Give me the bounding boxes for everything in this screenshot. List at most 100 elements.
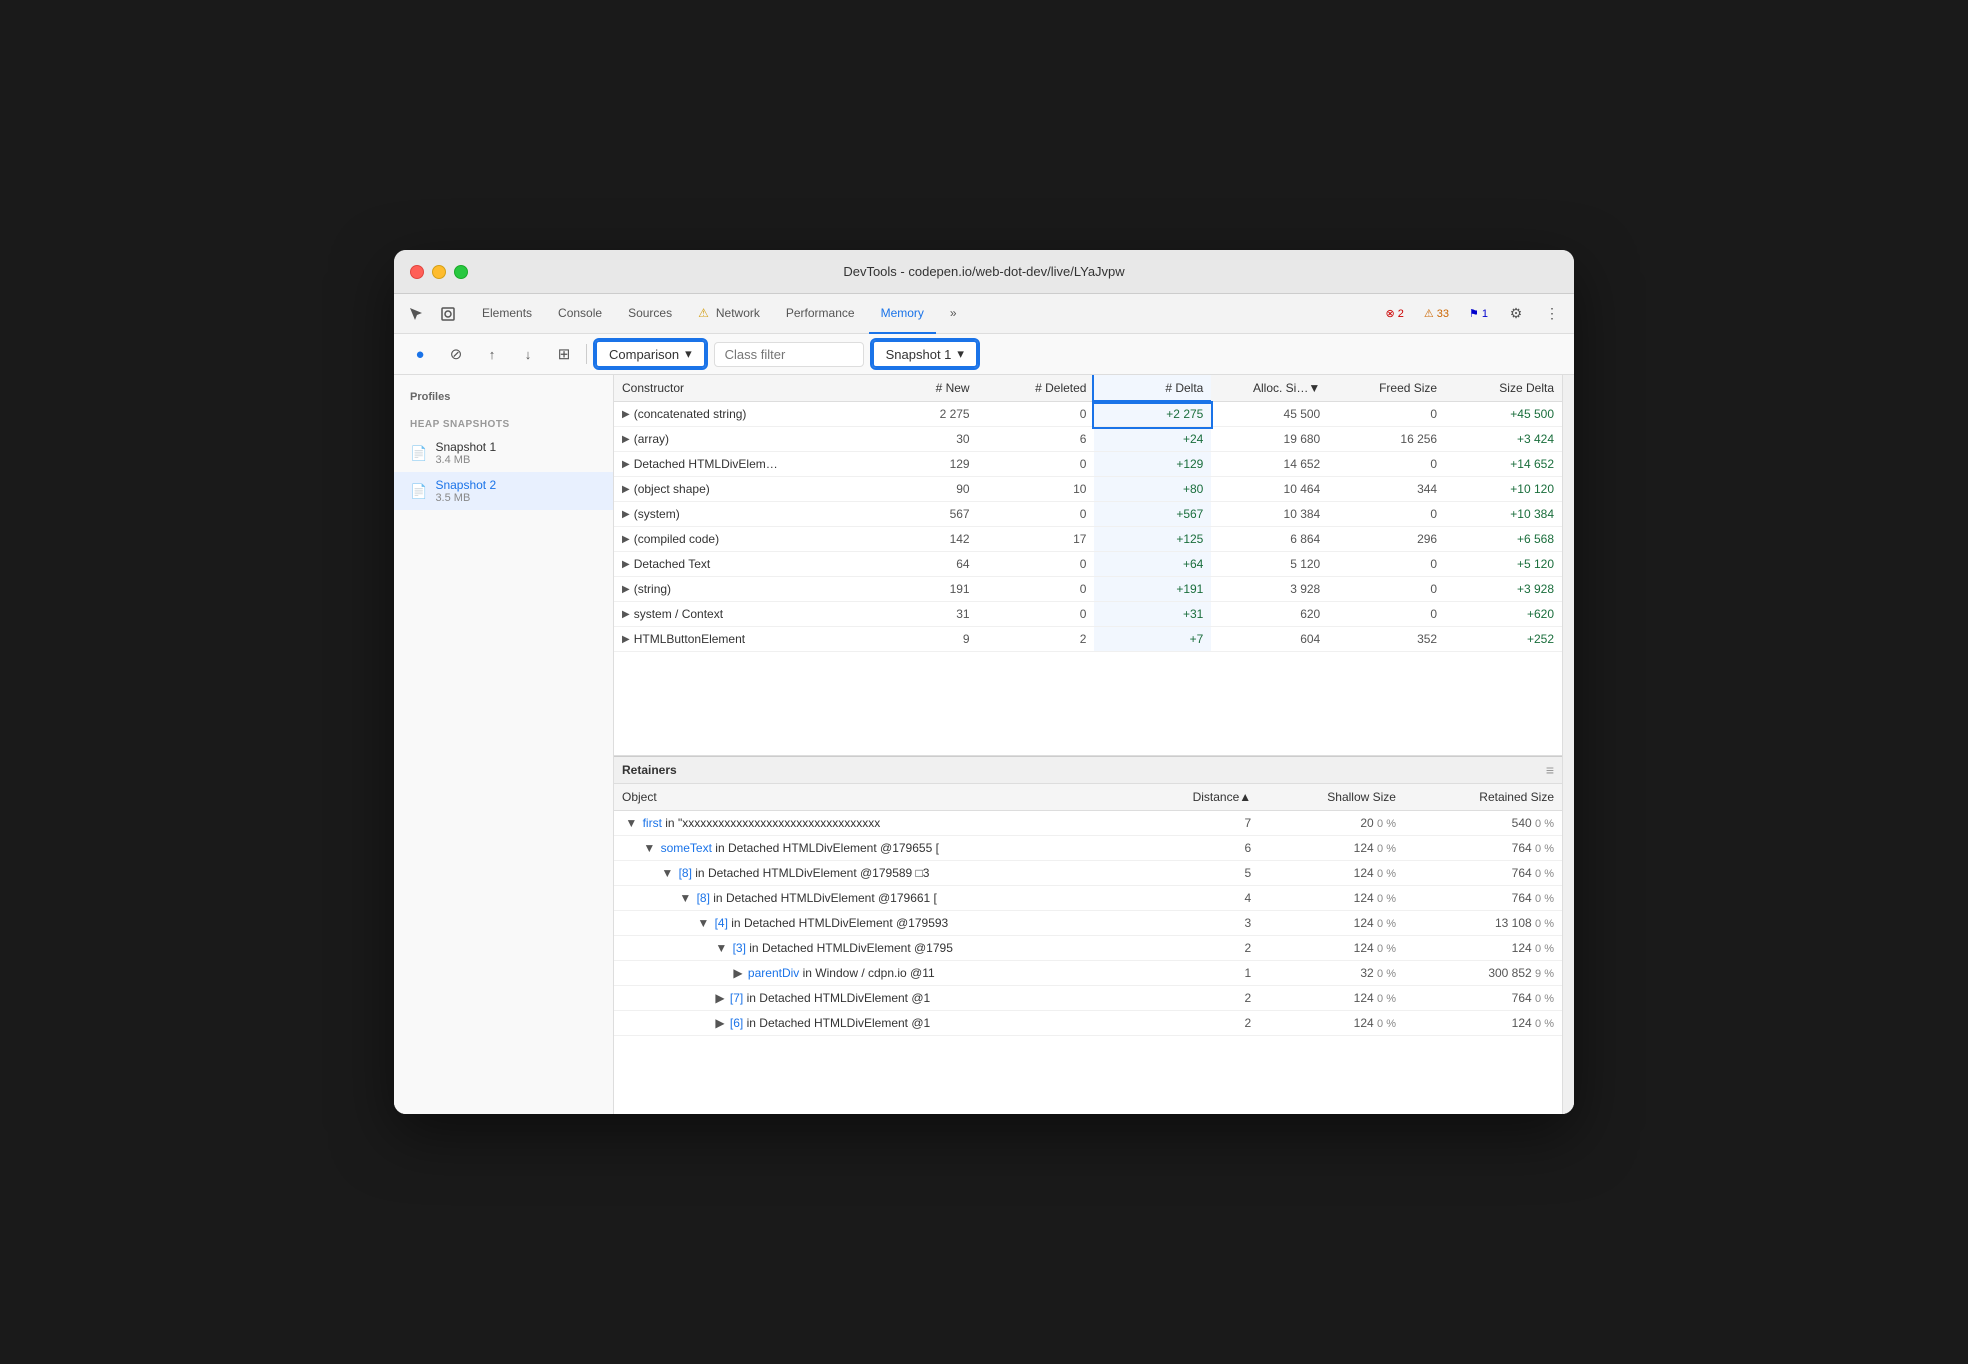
- retainer-retained: 540 0 %: [1404, 811, 1562, 836]
- tab-performance[interactable]: Performance: [774, 294, 867, 334]
- retainer-expand-icon[interactable]: ▼: [643, 841, 655, 855]
- table-row[interactable]: ▶ (object shape) 90 10 +80 10 464 344 +1…: [614, 477, 1562, 502]
- table-row[interactable]: ▶ HTMLButtonElement 9 2 +7 604 352 +252: [614, 627, 1562, 652]
- new-cell: 142: [874, 527, 978, 552]
- drag-handle-icon[interactable]: ≡: [1546, 762, 1554, 778]
- tab-console[interactable]: Console: [546, 294, 614, 334]
- sidebar-item-snapshot1[interactable]: 📄 Snapshot 1 3.4 MB: [394, 434, 613, 472]
- alloc-size-cell: 604: [1211, 627, 1328, 652]
- table-row[interactable]: ▶ system / Context 31 0 +31 620 0 +620: [614, 602, 1562, 627]
- table-row[interactable]: ▶ (compiled code) 142 17 +125 6 864 296 …: [614, 527, 1562, 552]
- col-header-new[interactable]: # New: [874, 375, 978, 402]
- retainer-link[interactable]: [6]: [730, 1016, 743, 1030]
- constructor-name: system / Context: [634, 607, 723, 621]
- col-header-deleted[interactable]: # Deleted: [978, 375, 1095, 402]
- col-header-constructor[interactable]: Constructor: [614, 375, 874, 402]
- expand-icon[interactable]: ▶: [622, 534, 630, 545]
- expand-icon[interactable]: ▶: [622, 559, 630, 570]
- retainer-expand-icon[interactable]: ▶: [733, 966, 742, 980]
- sidebar-item-snapshot2[interactable]: 📄 Snapshot 2 3.5 MB: [394, 472, 613, 510]
- retainer-distance: 4: [1141, 886, 1260, 911]
- table-row[interactable]: ▶ (array) 30 6 +24 19 680 16 256 +3 424: [614, 427, 1562, 452]
- expand-icon[interactable]: ▶: [622, 584, 630, 595]
- tab-network[interactable]: ⚠ Network: [686, 294, 772, 334]
- retainer-row[interactable]: ▶ parentDiv in Window / cdpn.io @11 1 32…: [614, 961, 1562, 986]
- retainer-row[interactable]: ▼ [3] in Detached HTMLDivElement @1795 2…: [614, 936, 1562, 961]
- comparison-dropdown[interactable]: Comparison ▾: [595, 340, 706, 368]
- col-header-object[interactable]: Object: [614, 784, 1141, 811]
- download-button[interactable]: ↓: [514, 340, 542, 368]
- cursor-icon[interactable]: [402, 300, 430, 328]
- minimize-button[interactable]: [432, 265, 446, 279]
- constructor-cell: ▶ (concatenated string): [614, 402, 874, 427]
- col-header-alloc-size[interactable]: Alloc. Si…▼: [1211, 375, 1328, 402]
- retainer-row[interactable]: ▼ [8] in Detached HTMLDivElement @179661…: [614, 886, 1562, 911]
- maximize-button[interactable]: [454, 265, 468, 279]
- expand-icon[interactable]: ▶: [622, 509, 630, 520]
- expand-icon[interactable]: ▶: [622, 459, 630, 470]
- expand-icon[interactable]: ▶: [622, 634, 630, 645]
- retainer-link[interactable]: [3]: [733, 941, 746, 955]
- tab-memory[interactable]: Memory: [869, 294, 936, 334]
- retainer-row[interactable]: ▶ [6] in Detached HTMLDivElement @1 2 12…: [614, 1011, 1562, 1036]
- retainer-row[interactable]: ▼ [4] in Detached HTMLDivElement @179593…: [614, 911, 1562, 936]
- retainer-link[interactable]: someText: [661, 841, 712, 855]
- class-filter-input[interactable]: [714, 342, 864, 367]
- retainer-row[interactable]: ▼ first in "xxxxxxxxxxxxxxxxxxxxxxxxxxxx…: [614, 811, 1562, 836]
- retainers-table-wrap[interactable]: Object Distance▲ Shallow Size Retained S…: [614, 784, 1562, 1095]
- upload-button[interactable]: ↑: [478, 340, 506, 368]
- col-header-freed-size[interactable]: Freed Size: [1328, 375, 1445, 402]
- retainer-row[interactable]: ▶ [7] in Detached HTMLDivElement @1 2 12…: [614, 986, 1562, 1011]
- toolbar-divider: [586, 344, 587, 364]
- retainer-expand-icon[interactable]: ▼: [679, 891, 691, 905]
- inspect-icon[interactable]: [434, 300, 462, 328]
- retainer-expand-icon[interactable]: ▼: [697, 916, 709, 930]
- retainer-expand-icon[interactable]: ▶: [715, 1016, 724, 1030]
- expand-icon[interactable]: ▶: [622, 434, 630, 445]
- retainer-expand-icon[interactable]: ▼: [661, 866, 673, 880]
- retainer-link[interactable]: [8]: [697, 891, 710, 905]
- expand-icon[interactable]: ▶: [622, 484, 630, 495]
- retainer-link[interactable]: [8]: [679, 866, 692, 880]
- record-button[interactable]: ●: [406, 340, 434, 368]
- retainer-expand-icon[interactable]: ▼: [625, 816, 637, 830]
- constructor-name: (concatenated string): [634, 407, 747, 421]
- col-header-delta[interactable]: # Delta: [1094, 375, 1211, 402]
- retainer-link[interactable]: first: [643, 816, 662, 830]
- tab-sources[interactable]: Sources: [616, 294, 684, 334]
- comparison-table[interactable]: Constructor # New # Deleted # Delta Allo…: [614, 375, 1562, 755]
- retainer-expand-icon[interactable]: ▼: [715, 941, 727, 955]
- scrollbar[interactable]: [1562, 375, 1574, 1114]
- tab-more[interactable]: »: [938, 294, 969, 334]
- clear-button[interactable]: ⊘: [442, 340, 470, 368]
- expand-icon[interactable]: ▶: [622, 609, 630, 620]
- retainer-row[interactable]: ▼ [8] in Detached HTMLDivElement @179589…: [614, 861, 1562, 886]
- col-header-shallow-size[interactable]: Shallow Size: [1259, 784, 1404, 811]
- retainer-link[interactable]: [7]: [730, 991, 743, 1005]
- constructor-name: (system): [634, 507, 680, 521]
- table-row[interactable]: ▶ Detached Text 64 0 +64 5 120 0 +5 120: [614, 552, 1562, 577]
- heap-settings-button[interactable]: ⊞: [550, 340, 578, 368]
- retainer-link[interactable]: [4]: [715, 916, 728, 930]
- deleted-cell: 0: [978, 452, 1095, 477]
- retainer-expand-icon[interactable]: ▶: [715, 991, 724, 1005]
- retainer-text: in Detached HTMLDivElement @1: [747, 1016, 931, 1030]
- retainer-row[interactable]: ▼ someText in Detached HTMLDivElement @1…: [614, 836, 1562, 861]
- retainer-link[interactable]: parentDiv: [748, 966, 799, 980]
- expand-icon[interactable]: ▶: [622, 409, 630, 420]
- table-row[interactable]: ▶ Detached HTMLDivElem… 129 0 +129 14 65…: [614, 452, 1562, 477]
- table-row[interactable]: ▶ (concatenated string) 2 275 0 +2 275 4…: [614, 402, 1562, 427]
- tab-elements[interactable]: Elements: [470, 294, 544, 334]
- window-title: DevTools - codepen.io/web-dot-dev/live/L…: [843, 264, 1124, 279]
- col-header-distance[interactable]: Distance▲: [1141, 784, 1260, 811]
- col-header-retained-size[interactable]: Retained Size: [1404, 784, 1562, 811]
- table-row[interactable]: ▶ (system) 567 0 +567 10 384 0 +10 384: [614, 502, 1562, 527]
- snapshot-dropdown[interactable]: Snapshot 1 ▾: [872, 340, 978, 368]
- col-header-size-delta[interactable]: Size Delta: [1445, 375, 1562, 402]
- sidebar: Profiles HEAP SNAPSHOTS 📄 Snapshot 1 3.4…: [394, 375, 614, 1114]
- more-options-icon[interactable]: ⋮: [1538, 300, 1566, 328]
- table-row[interactable]: ▶ (string) 191 0 +191 3 928 0 +3 928: [614, 577, 1562, 602]
- constructor-cell: ▶ Detached HTMLDivElem…: [614, 452, 874, 477]
- close-button[interactable]: [410, 265, 424, 279]
- settings-icon[interactable]: ⚙: [1502, 300, 1530, 328]
